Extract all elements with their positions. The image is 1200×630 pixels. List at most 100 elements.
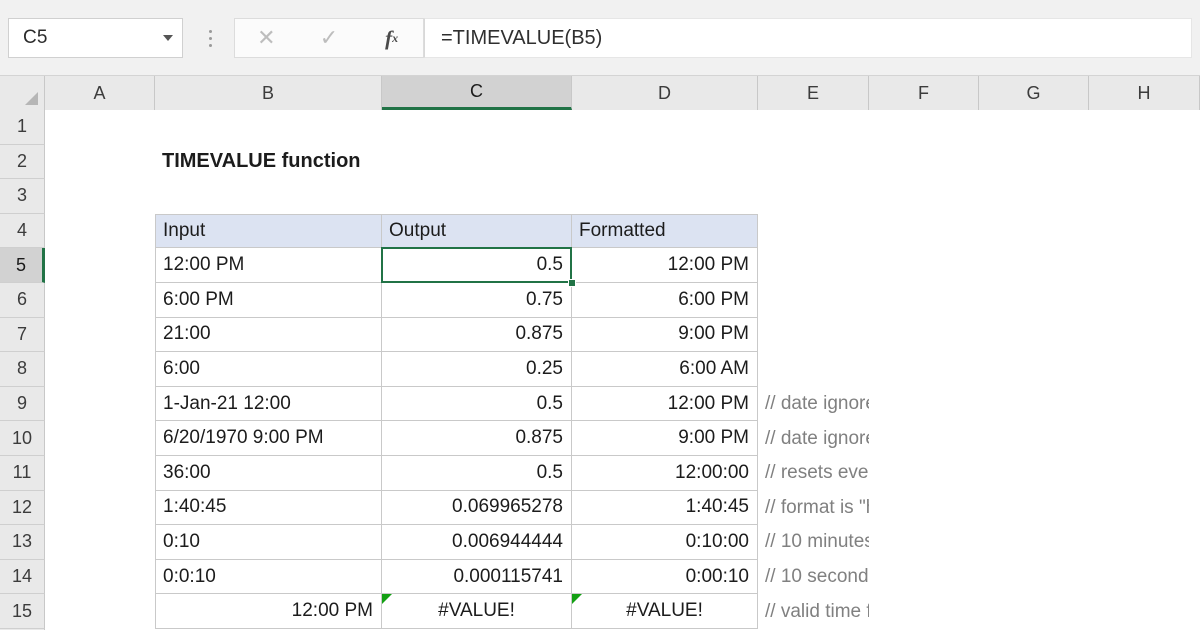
row-header-4[interactable]: 4 [0, 213, 45, 249]
cell-text: 0.5 [536, 461, 563, 483]
cell-text: // 10 minutes [765, 531, 869, 553]
note-e14[interactable]: // 10 seconds [758, 560, 869, 595]
fill-handle[interactable] [568, 279, 576, 287]
select-all-corner[interactable] [0, 76, 45, 110]
table-header-output[interactable]: Output [382, 213, 572, 249]
cell-c7[interactable]: 0.875 [382, 317, 572, 353]
cell-c8[interactable]: 0.25 [382, 352, 572, 387]
cell-text: 12:00 PM [667, 254, 749, 276]
cell-text: 36:00 [163, 461, 211, 483]
cell-b13[interactable]: 0:10 [155, 525, 382, 560]
cell-c14[interactable]: 0.000115741 [382, 559, 572, 595]
cell-c13[interactable]: 0.006944444 [382, 525, 572, 560]
note-e15[interactable]: // valid time fails [758, 594, 869, 629]
cell-text: 1:40:45 [163, 496, 227, 518]
cell-text: 6:00 PM [163, 288, 234, 310]
note-e10[interactable]: // date ignored [758, 421, 869, 456]
cell-text: 12:00:00 [675, 461, 749, 483]
cell-text: 9:00 PM [678, 427, 749, 449]
cell-text: 1:40:45 [685, 496, 749, 518]
cell-d11[interactable]: 12:00:00 [572, 456, 758, 491]
cell-d6[interactable]: 6:00 PM [572, 283, 758, 318]
row-header-2[interactable]: 2 [0, 144, 45, 180]
column-header-c[interactable]: C [382, 76, 572, 110]
cell-text: 1-Jan-21 12:00 [163, 392, 291, 414]
select-all-triangle-icon [25, 92, 38, 105]
cell-c12[interactable]: 0.069965278 [382, 490, 572, 526]
row-header-8[interactable]: 8 [0, 352, 45, 387]
row-header-14[interactable]: 14 [0, 559, 45, 595]
column-header-b[interactable]: B [155, 76, 382, 110]
note-e13[interactable]: // 10 minutes [758, 525, 869, 560]
cell-b7[interactable]: 21:00 [155, 317, 382, 353]
cell-c5[interactable]: 0.5 [382, 248, 572, 283]
table-header-formatted[interactable]: Formatted [572, 213, 758, 249]
cell-b14[interactable]: 0:0:10 [155, 559, 382, 595]
row-header-12[interactable]: 12 [0, 490, 45, 526]
row-header-5[interactable]: 5 [0, 248, 45, 283]
column-header-e[interactable]: E [758, 76, 869, 110]
cell-text: 0:10:00 [685, 530, 749, 552]
comment-flag-icon [572, 594, 582, 605]
cell-c15[interactable]: #VALUE! [382, 594, 572, 629]
note-e11[interactable]: // resets every 24 hours [758, 456, 869, 491]
row-header-15[interactable]: 15 [0, 594, 45, 629]
row-header-1[interactable]: 1 [0, 110, 45, 145]
column-header-f[interactable]: F [869, 76, 979, 110]
fx-icon[interactable]: fx [360, 19, 423, 57]
table-header-input[interactable]: Input [155, 213, 382, 249]
cell-b15[interactable]: 12:00 PM [155, 594, 382, 629]
row-header-13[interactable]: 13 [0, 525, 45, 560]
column-header-a[interactable]: A [45, 76, 155, 110]
cell-d8[interactable]: 6:00 AM [572, 352, 758, 387]
cell-text: 0.75 [526, 288, 563, 310]
cell-b9[interactable]: 1-Jan-21 12:00 [155, 386, 382, 422]
cell-b12[interactable]: 1:40:45 [155, 490, 382, 526]
close-icon[interactable]: ✕ [235, 19, 298, 57]
row-header-3[interactable]: 3 [0, 179, 45, 214]
column-header-g[interactable]: G [979, 76, 1089, 110]
cell-text: 0.5 [536, 392, 563, 414]
cell-text: Formatted [579, 220, 666, 242]
formula-input[interactable]: =TIMEVALUE(B5) [424, 18, 1192, 58]
chevron-down-icon[interactable] [154, 35, 182, 41]
sheet-canvas: TIMEVALUE function Input Output Formatted 12… [46, 110, 1200, 630]
note-e12[interactable]: // format is "h:mm:ss" [758, 491, 869, 526]
name-box[interactable]: C5 [8, 18, 183, 58]
cell-b5[interactable]: 12:00 PM [155, 248, 382, 283]
cell-c10[interactable]: 0.875 [382, 421, 572, 456]
formula-bar-drag-handle[interactable] [203, 22, 217, 54]
cell-d9[interactable]: 12:00 PM [572, 386, 758, 422]
name-box-value: C5 [23, 27, 48, 48]
cell-b6[interactable]: 6:00 PM [155, 283, 382, 318]
cell-text: 12:00 PM [291, 600, 373, 622]
cell-b11[interactable]: 36:00 [155, 456, 382, 491]
row-header-9[interactable]: 9 [0, 386, 45, 422]
check-icon[interactable]: ✓ [298, 19, 361, 57]
column-header-h[interactable]: H [1089, 76, 1200, 110]
cell-c6[interactable]: 0.75 [382, 283, 572, 318]
row-header-6[interactable]: 6 [0, 283, 45, 318]
cell-d10[interactable]: 9:00 PM [572, 421, 758, 456]
cell-c11[interactable]: 0.5 [382, 456, 572, 491]
cell-d5[interactable]: 12:00 PM [572, 248, 758, 283]
cell-c9[interactable]: 0.5 [382, 386, 572, 422]
cell-text: // valid time fails [765, 600, 869, 622]
cell-d7[interactable]: 9:00 PM [572, 317, 758, 353]
cell-d13[interactable]: 0:10:00 [572, 525, 758, 560]
note-e9[interactable]: // date ignored [758, 387, 869, 422]
cell-text: #VALUE! [626, 600, 703, 622]
cell-d14[interactable]: 0:00:10 [572, 559, 758, 595]
row-header-10[interactable]: 10 [0, 421, 45, 456]
cell-text: TIMEVALUE function [162, 150, 361, 173]
cell-b10[interactable]: 6/20/1970 9:00 PM [155, 421, 382, 456]
row-header-11[interactable]: 11 [0, 456, 45, 491]
cell-text: Output [389, 220, 447, 242]
cell-text: 6:00 AM [679, 357, 749, 379]
column-header-d[interactable]: D [572, 76, 758, 110]
cell-d12[interactable]: 1:40:45 [572, 490, 758, 526]
row-header-7[interactable]: 7 [0, 317, 45, 353]
cell-d15[interactable]: #VALUE! [572, 594, 758, 629]
cell-b8[interactable]: 6:00 [155, 352, 382, 387]
spreadsheet-grid: ABCDEFGH 1 2 3 4 5 6 7 8 9 10 11 12 13 14 15 TIMEVALUE… [0, 76, 1200, 630]
